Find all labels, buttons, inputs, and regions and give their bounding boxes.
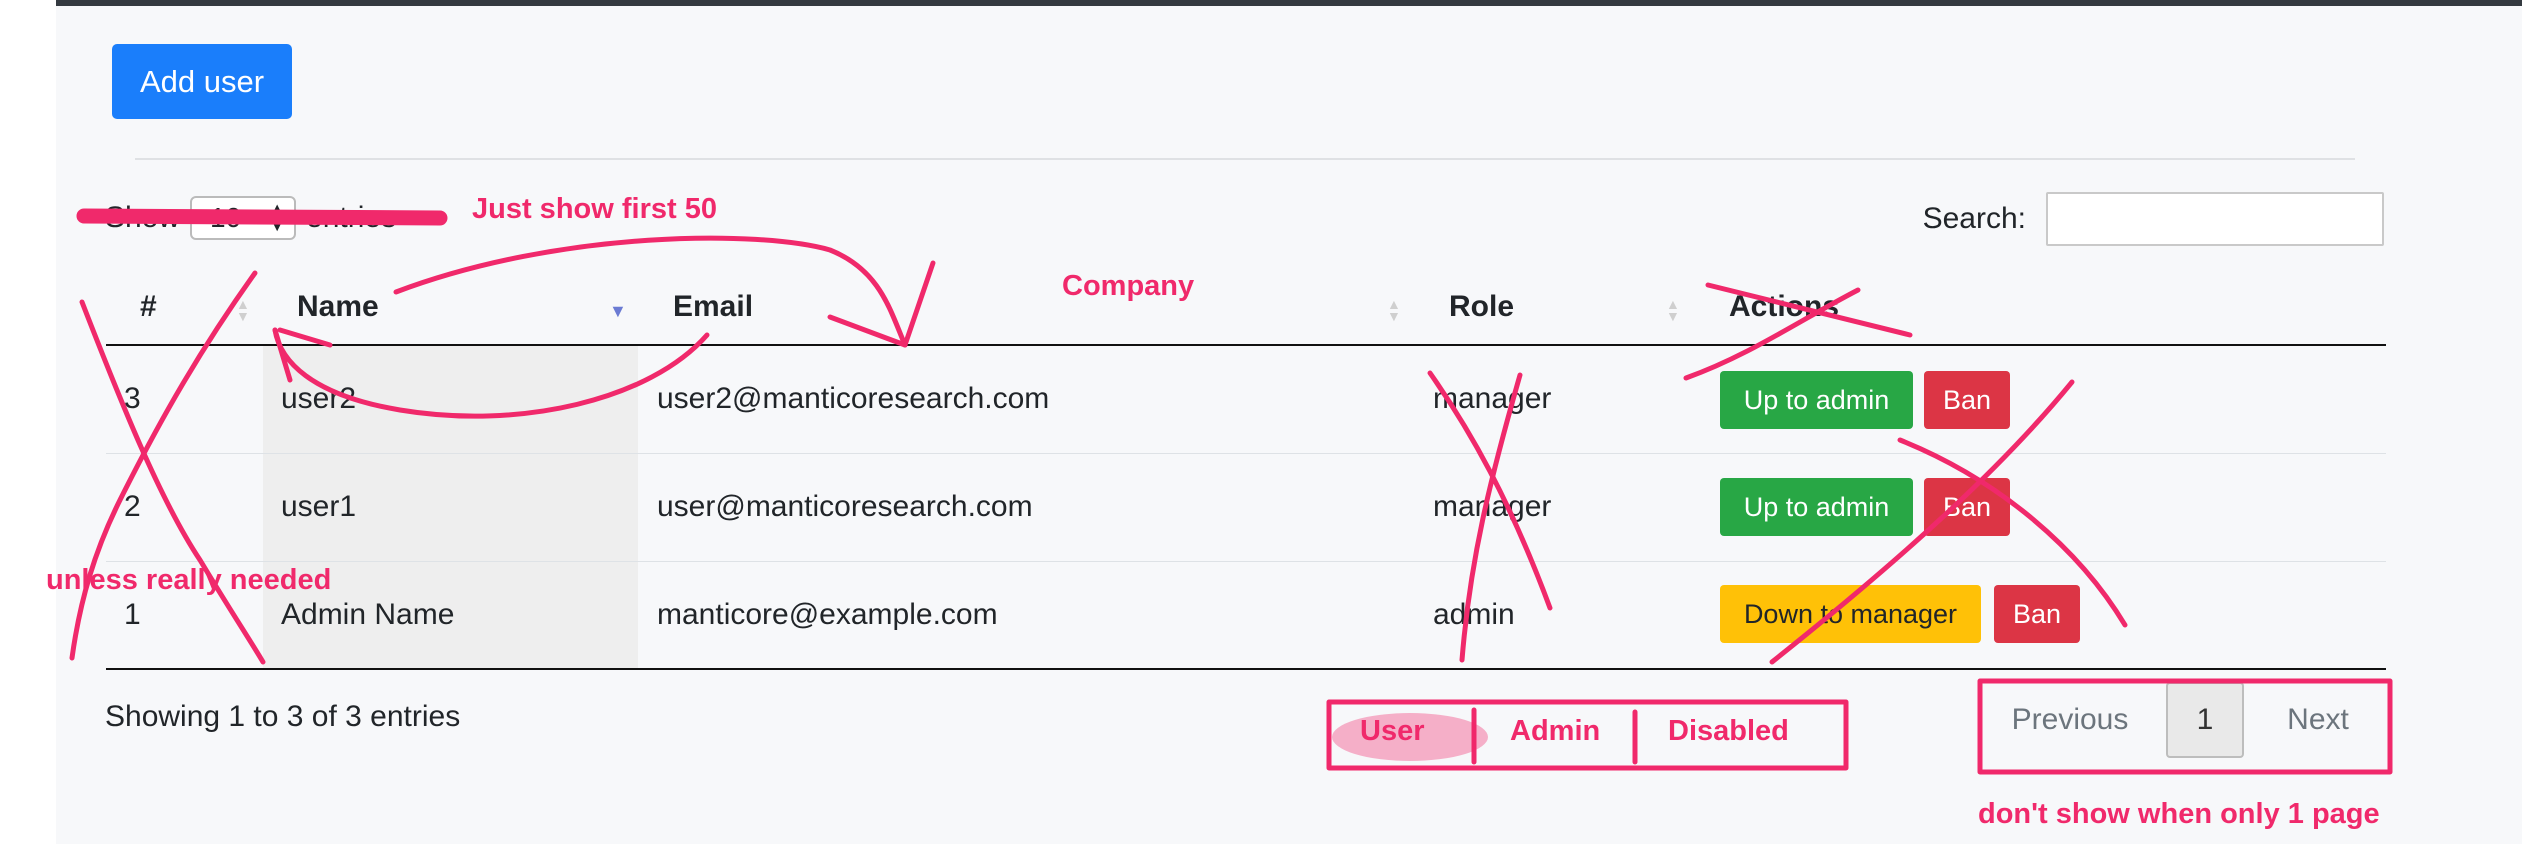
cell-email: user2@manticoresearch.com xyxy=(657,382,1050,415)
cell-id: 2 xyxy=(124,490,141,523)
annotation-filter-disabled: Disabled xyxy=(1668,715,1789,747)
up-to-admin-button[interactable]: Up to admin xyxy=(1720,371,1913,429)
search-input[interactable] xyxy=(2046,192,2384,246)
sort-icon: ▲ ▼ xyxy=(1387,296,1401,324)
annotation-company: Company xyxy=(1062,270,1195,302)
cell-role: manager xyxy=(1433,490,1552,523)
entries-select[interactable]: 10 ▲ ▼ xyxy=(190,196,297,240)
annotation-unless: unless really needed xyxy=(46,564,332,596)
table-header-line xyxy=(106,344,2386,346)
annotation-filter-admin: Admin xyxy=(1510,715,1601,747)
column-header-name[interactable]: Name xyxy=(297,290,379,324)
entries-length-control: Show 10 ▲ ▼ entries xyxy=(105,196,396,240)
pagination: Previous 1 Next xyxy=(1974,682,2392,758)
column-header-actions: Actions xyxy=(1729,290,1840,323)
cell-email: manticore@example.com xyxy=(657,598,998,631)
page-1-button[interactable]: 1 xyxy=(2166,682,2244,758)
row-divider xyxy=(106,453,2386,454)
column-header-email[interactable]: Email xyxy=(673,290,753,324)
divider xyxy=(135,158,2355,160)
cell-role: admin xyxy=(1433,598,1515,631)
length-prefix: Show xyxy=(105,201,181,234)
table-bottom-line xyxy=(106,668,2386,670)
cell-id: 1 xyxy=(124,598,141,631)
cell-name: user2 xyxy=(281,382,357,415)
search-label: Search: xyxy=(1922,202,2026,235)
add-user-button[interactable]: Add user xyxy=(112,44,292,119)
sort-icon: ▲ ▼ xyxy=(1666,296,1680,324)
next-button[interactable]: Next xyxy=(2244,682,2392,758)
row-divider xyxy=(106,561,2386,562)
previous-button[interactable]: Previous xyxy=(1974,682,2166,758)
entries-select-value: 10 xyxy=(210,202,242,233)
cell-name: Admin Name xyxy=(281,598,455,631)
up-to-admin-button[interactable]: Up to admin xyxy=(1720,478,1913,536)
annotation-dont-show: don't show when only 1 page xyxy=(1978,798,2380,830)
down-to-manager-button[interactable]: Down to manager xyxy=(1720,585,1981,643)
sort-icon: ▲ ▼ xyxy=(236,296,250,324)
column-header-role[interactable]: Role xyxy=(1449,290,1514,324)
ban-button[interactable]: Ban xyxy=(1924,478,2010,536)
select-updown-icon: ▲ ▼ xyxy=(268,199,287,235)
table-info: Showing 1 to 3 of 3 entries xyxy=(105,700,461,733)
cell-email: user@manticoresearch.com xyxy=(657,490,1033,523)
ban-button[interactable]: Ban xyxy=(1994,585,2080,643)
cell-id: 3 xyxy=(124,382,141,415)
cell-role: manager xyxy=(1433,382,1552,415)
cell-name: user1 xyxy=(281,490,357,523)
column-header-number[interactable]: # xyxy=(140,290,157,324)
ban-button[interactable]: Ban xyxy=(1924,371,2010,429)
annotation-filter-user: User xyxy=(1360,715,1425,747)
annotation-just-show: Just show first 50 xyxy=(472,193,717,225)
sort-desc-icon: ▼ xyxy=(609,301,627,321)
length-suffix: entries xyxy=(306,201,397,234)
search-control: Search: xyxy=(1923,192,2384,246)
